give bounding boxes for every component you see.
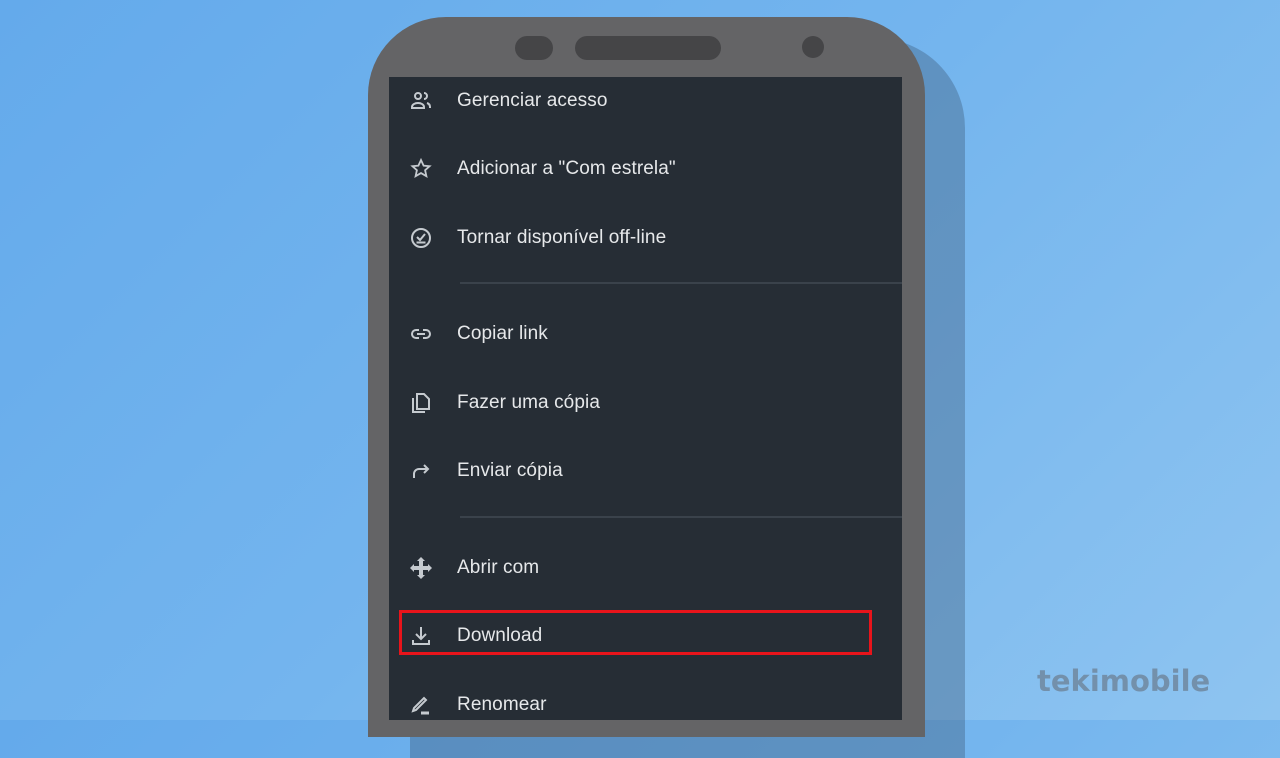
rename-icon (409, 693, 433, 717)
menu-item-label: Gerenciar acesso (457, 90, 608, 111)
offline-icon (409, 226, 433, 250)
menu-divider (460, 516, 902, 518)
phone-sensor (515, 36, 553, 60)
menu-item-label: Copiar link (457, 323, 548, 344)
menu-item-label: Tornar disponível off-line (457, 227, 667, 248)
menu-item-manage-access[interactable]: Gerenciar acesso (389, 77, 902, 126)
menu-item-label: Fazer uma cópia (457, 392, 601, 413)
send-icon (409, 459, 433, 483)
menu-item-label: Renomear (457, 694, 547, 715)
menu-item-offline[interactable]: Tornar disponível off-line (389, 213, 902, 263)
phone-camera (802, 36, 824, 58)
menu-divider (460, 282, 902, 284)
watermark-logo: tekimobile (1037, 664, 1211, 698)
menu-item-make-copy[interactable]: Fazer uma cópia (389, 378, 902, 428)
open-with-icon (409, 556, 433, 580)
manage-access-icon (409, 89, 433, 113)
menu-item-rename[interactable]: Renomear (389, 680, 902, 720)
menu-item-label: Abrir com (457, 557, 540, 578)
star-icon (409, 157, 433, 181)
menu-item-send-copy[interactable]: Enviar cópia (389, 446, 902, 496)
menu-item-label: Enviar cópia (457, 460, 563, 481)
menu-item-label: Adicionar a "Com estrela" (457, 158, 676, 179)
link-icon (409, 322, 433, 346)
phone-speaker (575, 36, 721, 60)
copy-icon (409, 391, 433, 415)
menu-item-add-star[interactable]: Adicionar a "Com estrela" (389, 144, 902, 194)
menu-item-copy-link[interactable]: Copiar link (389, 309, 902, 359)
menu-item-open-with[interactable]: Abrir com (389, 543, 902, 593)
download-highlight-box (399, 610, 872, 655)
